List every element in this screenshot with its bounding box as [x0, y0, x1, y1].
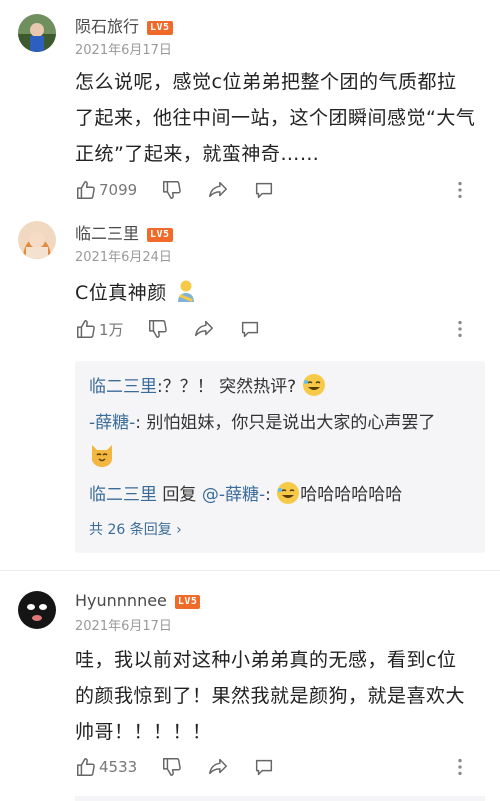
comment-bubble-icon — [255, 182, 273, 199]
more-button[interactable] — [449, 756, 471, 778]
reply-preview-box[interactable]: 临二三里:？？！ 突然热评? -薛糖-: 别怕姐妹，你只是说出大家的心声罢了 临… — [75, 361, 485, 553]
username[interactable]: 临二三里 LV5 — [75, 220, 173, 244]
avatar[interactable] — [18, 14, 56, 52]
reply-text: 哈哈哈哈哈哈 — [300, 485, 403, 505]
comment-date: 2021年6月24日 — [75, 250, 172, 265]
like-button[interactable]: 7099 — [75, 179, 137, 201]
comment-text-line: C位真神颜 — [75, 282, 167, 304]
cat-emoji-icon — [89, 441, 115, 467]
reply-username[interactable]: 临二三里 — [89, 485, 157, 505]
reply-colon: : — [265, 485, 277, 505]
comment-bubble-icon — [241, 321, 259, 338]
username[interactable]: 陨石旅行 LV5 — [75, 13, 173, 37]
comment-bubble-icon — [255, 759, 273, 776]
action-bar: 4533 — [75, 756, 485, 780]
next-reply-box-edge — [75, 796, 485, 801]
more-button[interactable] — [449, 179, 471, 201]
share-arrow-icon — [209, 758, 227, 775]
comment-text-line: 哇，我以前对这种小弟弟真的无感，看到c位 — [75, 649, 457, 671]
reply-line: -薛糖-: 别怕姐妹，你只是说出大家的心声罢了 — [89, 409, 474, 437]
laughing-emoji-icon — [302, 373, 326, 397]
username[interactable]: Hyunnnnee LV5 — [75, 591, 201, 610]
more-dots-icon — [458, 758, 462, 776]
action-bar: 7099 — [75, 179, 485, 203]
like-button[interactable]: 4533 — [75, 756, 137, 778]
reply-button[interactable] — [253, 756, 275, 778]
comment-text: C位真神颜 — [75, 275, 485, 311]
thumbs-up-icon — [77, 320, 95, 338]
username-text[interactable]: 临二三里 — [75, 224, 139, 243]
share-button[interactable] — [207, 756, 229, 778]
share-button[interactable] — [193, 318, 215, 340]
share-arrow-icon — [195, 320, 213, 337]
more-dots-icon — [458, 320, 462, 338]
divider — [0, 570, 500, 571]
reply-username[interactable]: -薛糖- — [89, 413, 135, 433]
share-button[interactable] — [207, 179, 229, 201]
person-emoji-icon — [173, 278, 199, 304]
like-count: 1万 — [99, 320, 124, 339]
like-count: 4533 — [99, 758, 138, 776]
share-arrow-icon — [209, 181, 227, 198]
action-bar: 1万 — [75, 318, 485, 342]
comment-text: 怎么说呢，感觉c位弟弟把整个团的气质都拉 了起来，他往中间一站，这个团瞬间感觉“… — [75, 64, 485, 172]
level-badge: LV5 — [147, 21, 173, 35]
comment-date: 2021年6月17日 — [75, 43, 172, 58]
comment-text-line: 正统”了起来，就蛮神奇…… — [75, 143, 320, 165]
level-badge: LV5 — [174, 595, 201, 609]
like-button[interactable]: 1万 — [75, 318, 124, 340]
comment-text-line: 了起来，他往中间一站，这个团瞬间感觉“大气 — [75, 107, 476, 129]
reply-username[interactable]: 临二三里 — [89, 377, 157, 397]
comment-text-line: 怎么说呢，感觉c位弟弟把整个团的气质都拉 — [75, 71, 457, 93]
avatar[interactable] — [18, 221, 56, 259]
thumbs-down-icon — [149, 320, 167, 338]
username-text[interactable]: Hyunnnnee — [75, 591, 167, 610]
thumbs-up-icon — [77, 181, 95, 199]
like-count: 7099 — [99, 181, 138, 199]
reply-count-text[interactable]: 共 26 条回复 — [89, 522, 172, 538]
reply-text: :？？！ 突然热评? — [157, 377, 297, 397]
reply-text: : 别怕姐妹，你只是说出大家的心声罢了 — [135, 413, 436, 433]
level-badge: LV5 — [147, 228, 173, 242]
chevron-right-icon: › — [176, 522, 182, 538]
username-text[interactable]: 陨石旅行 — [75, 17, 139, 36]
reply-line: 临二三里 回复 @-薛糖-: 哈哈哈哈哈哈 — [89, 481, 474, 509]
reply-line — [89, 441, 474, 471]
comment-text-line: 的颜我惊到了！果然我就是颜狗，就是喜欢大 — [75, 685, 466, 707]
reply-button[interactable] — [239, 318, 261, 340]
thumbs-up-icon — [77, 758, 95, 776]
reply-target-username[interactable]: @-薛糖- — [202, 485, 265, 505]
comment-date: 2021年6月17日 — [75, 619, 172, 634]
view-all-replies-link[interactable]: 共 26 条回复 › — [89, 519, 182, 539]
reply-line: 临二三里:？？！ 突然热评? — [89, 373, 474, 401]
dislike-button[interactable] — [161, 756, 183, 778]
more-button[interactable] — [449, 318, 471, 340]
dislike-button[interactable] — [147, 318, 169, 340]
reply-keyword: 回复 — [157, 485, 202, 505]
thumbs-down-icon — [163, 758, 181, 776]
thumbs-down-icon — [163, 181, 181, 199]
comment-text: 哇，我以前对这种小弟弟真的无感，看到c位 的颜我惊到了！果然我就是颜狗，就是喜欢… — [75, 642, 485, 750]
reply-button[interactable] — [253, 179, 275, 201]
comment-text-line: 帅哥！！！！！ — [75, 721, 212, 743]
more-dots-icon — [458, 181, 462, 199]
dislike-button[interactable] — [161, 179, 183, 201]
avatar[interactable] — [18, 591, 56, 629]
laughing-emoji-icon — [276, 481, 300, 505]
